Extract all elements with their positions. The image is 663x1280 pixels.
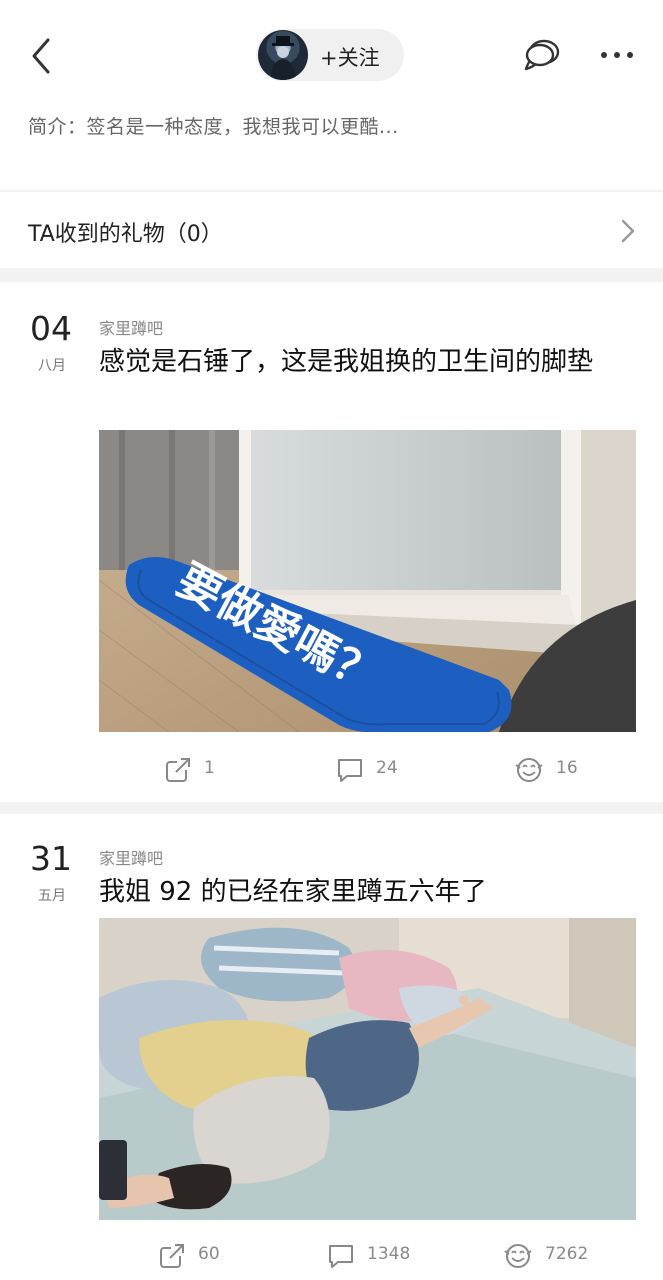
post-card[interactable]: 31 五月 家里蹲吧 我姐 92 的已经在家里蹲五六年了 60 1348 726… <box>0 814 663 1280</box>
post-day: 31 <box>30 839 72 878</box>
follow-button[interactable]: +关注 <box>256 29 404 81</box>
post-title[interactable]: 感觉是石锤了，这是我姐换的卫生间的脚垫 <box>99 342 639 382</box>
back-arrow-icon[interactable] <box>28 36 54 76</box>
like-face-icon <box>515 758 543 782</box>
profile-intro: 简介：签名是一种态度，我想我可以更酷... <box>0 94 663 190</box>
post-image[interactable] <box>99 918 636 1220</box>
post-month: 五月 <box>38 888 66 904</box>
chevron-right-icon <box>621 219 635 243</box>
post-day: 04 <box>30 309 72 348</box>
share-icon <box>160 1244 184 1268</box>
post-month: 八月 <box>38 358 66 374</box>
comment-count: 24 <box>376 758 398 778</box>
share-count: 1 <box>204 758 215 778</box>
gifts-row[interactable]: TA收到的礼物（0） <box>0 192 663 268</box>
share-count: 60 <box>198 1244 220 1264</box>
post-card[interactable]: 04 八月 家里蹲吧 感觉是石锤了，这是我姐换的卫生间的脚垫 要做愛嗎？ 1 2… <box>0 282 663 802</box>
share-icon <box>166 758 190 782</box>
avatar[interactable] <box>258 30 308 80</box>
comment-count: 1348 <box>367 1244 411 1264</box>
like-count: 16 <box>556 758 578 778</box>
more-dots-icon[interactable] <box>600 50 634 60</box>
post-forum[interactable]: 家里蹲吧 <box>99 315 163 339</box>
like-face-icon <box>504 1244 532 1268</box>
post-image[interactable]: 要做愛嗎？ <box>99 430 636 732</box>
post-title[interactable]: 我姐 92 的已经在家里蹲五六年了 <box>99 872 639 912</box>
comment-icon <box>338 759 362 782</box>
follow-label: +关注 <box>320 46 380 70</box>
intro-text: 简介：签名是一种态度，我想我可以更酷... <box>28 116 399 138</box>
gifts-label: TA收到的礼物（0） <box>28 222 223 247</box>
chat-bubble-icon[interactable] <box>523 37 561 73</box>
like-count: 7262 <box>545 1244 589 1264</box>
top-bar: +关注 <box>0 0 663 94</box>
comment-icon <box>329 1245 353 1268</box>
post-forum[interactable]: 家里蹲吧 <box>99 845 163 869</box>
